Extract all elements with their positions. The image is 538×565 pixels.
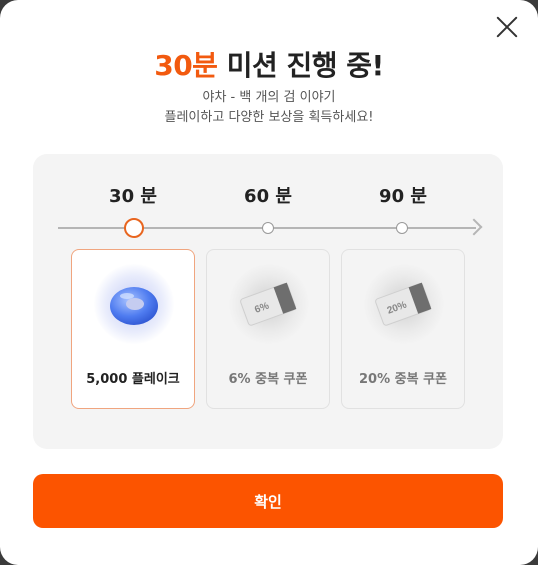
reward-card-30[interactable]: 5,000 플레이크 xyxy=(71,249,195,409)
reward-card-90[interactable]: 20% 20% 중복 쿠폰 xyxy=(341,249,465,409)
reward-card-60[interactable]: 6% 6% 중복 쿠폰 xyxy=(206,249,330,409)
coupon-icon: 6% xyxy=(229,264,309,344)
step-label-90: 90 분 xyxy=(379,186,427,207)
reward-label-30: 5,000 플레이크 xyxy=(86,372,180,387)
subtitle-game-name: 야차 - 백 개의 검 이야기 xyxy=(202,90,336,105)
title-rest: 미션 진행 중! xyxy=(217,49,385,82)
step-label-30: 30 분 xyxy=(109,186,157,207)
title-accent: 30분 xyxy=(154,49,218,82)
mission-modal: 30분 미션 진행 중! 야차 - 백 개의 검 이야기 플레이하고 다양한 보… xyxy=(0,0,538,565)
subtitle: 야차 - 백 개의 검 이야기 플레이하고 다양한 보상을 획득하세요! xyxy=(0,88,538,128)
step-label-60: 60 분 xyxy=(244,186,292,207)
page-title: 30분 미션 진행 중! xyxy=(0,44,538,84)
subtitle-instruction: 플레이하고 다양한 보상을 획득하세요! xyxy=(164,110,374,125)
progress-dot-90 xyxy=(396,222,408,234)
coupon-icon: 20% xyxy=(364,264,444,344)
reward-label-60: 6% 중복 쿠폰 xyxy=(228,372,308,387)
reward-label-90: 20% 중복 쿠폰 xyxy=(358,372,447,387)
close-icon[interactable] xyxy=(494,14,520,40)
donut-icon xyxy=(94,264,174,344)
arrow-right-icon xyxy=(465,218,483,236)
mission-progress-panel: 30 분 60 분 90 분 5,000 플레이크 6% 6% 중복 쿠폰 20… xyxy=(33,154,503,449)
progress-dot-30 xyxy=(124,218,144,238)
confirm-button[interactable]: 확인 xyxy=(33,474,503,528)
progress-dot-60 xyxy=(262,222,274,234)
